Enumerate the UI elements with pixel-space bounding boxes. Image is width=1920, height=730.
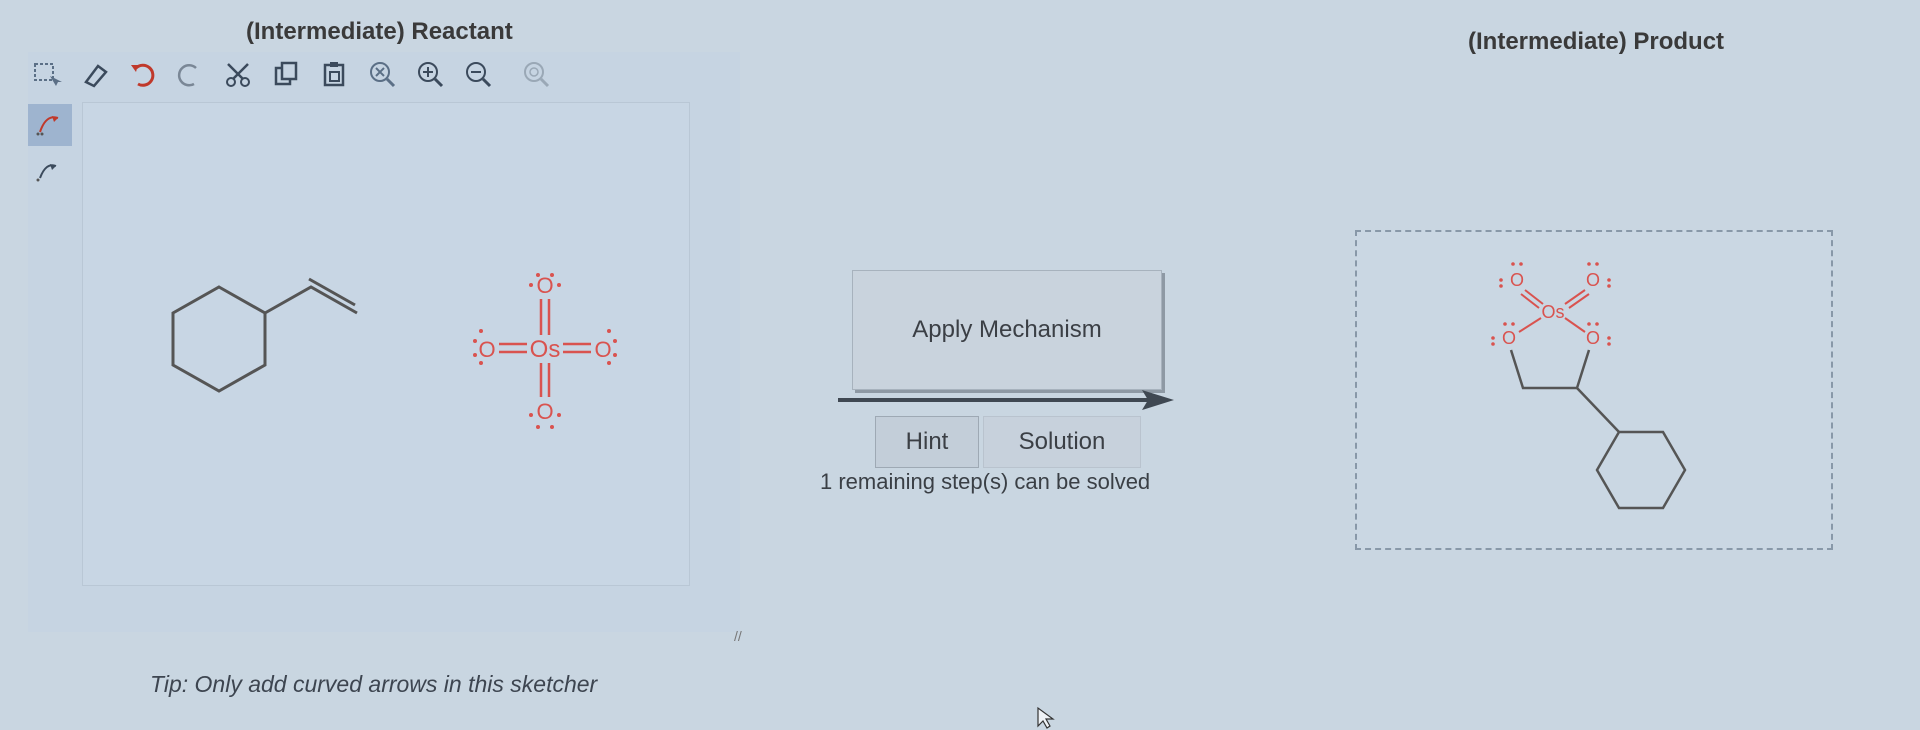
product-oxygen-label-4: O — [1586, 328, 1600, 348]
oxygen-right-label: O — [594, 337, 611, 362]
product-structure: Os O O O O — [1491, 262, 1687, 510]
zoom-reset-icon[interactable] — [366, 58, 400, 92]
vinylcyclohexane — [171, 277, 358, 393]
remaining-steps-text: 1 remaining step(s) can be solved — [820, 469, 1151, 494]
product-oxygen-label-1: O — [1510, 270, 1524, 290]
undo-icon[interactable] — [126, 58, 160, 92]
cut-icon[interactable] — [222, 58, 256, 92]
osmium-tetroxide: Os O O O O — [473, 273, 617, 429]
sketcher-toolbar — [28, 52, 728, 102]
solution-button[interactable]: Solution — [983, 416, 1141, 468]
product-structure-box: Os O O O O — [1355, 230, 1833, 550]
product-oxygen-label-3: O — [1502, 328, 1516, 348]
select-icon[interactable] — [30, 58, 64, 92]
reactant-structures: Os O O O O — [171, 273, 617, 429]
oxygen-left-label: O — [478, 337, 495, 362]
mouse-cursor-icon — [1037, 706, 1055, 729]
paste-icon[interactable] — [318, 58, 352, 92]
zoom-fit-icon[interactable] — [520, 58, 554, 92]
resize-grip-icon[interactable]: // — [734, 628, 742, 644]
sketcher-tip: Tip: Only add curved arrows in this sket… — [150, 671, 598, 697]
os-atom-label: Os — [530, 336, 561, 363]
eraser-icon[interactable] — [78, 58, 112, 92]
zoom-in-icon[interactable] — [414, 58, 448, 92]
sketcher-canvas[interactable]: Os O O O O — [82, 102, 690, 586]
reaction-arrow — [838, 390, 1174, 410]
redo-icon[interactable] — [174, 58, 208, 92]
oxygen-bottom-label: O — [536, 399, 553, 424]
apply-mechanism-button[interactable]: Apply Mechanism — [852, 270, 1162, 390]
zoom-out-icon[interactable] — [462, 58, 496, 92]
curved-arrow-single-icon[interactable] — [28, 150, 72, 192]
reactant-title: (Intermediate) Reactant — [246, 18, 513, 45]
oxygen-top-label: O — [536, 273, 553, 298]
product-title: (Intermediate) Product — [1468, 28, 1725, 55]
copy-icon[interactable] — [270, 58, 304, 92]
curved-arrow-double-icon[interactable] — [28, 104, 72, 146]
product-oxygen-label-2: O — [1586, 270, 1600, 290]
product-os-label: Os — [1541, 302, 1564, 322]
arrow-tools — [28, 104, 74, 204]
hint-button[interactable]: Hint — [875, 416, 979, 468]
